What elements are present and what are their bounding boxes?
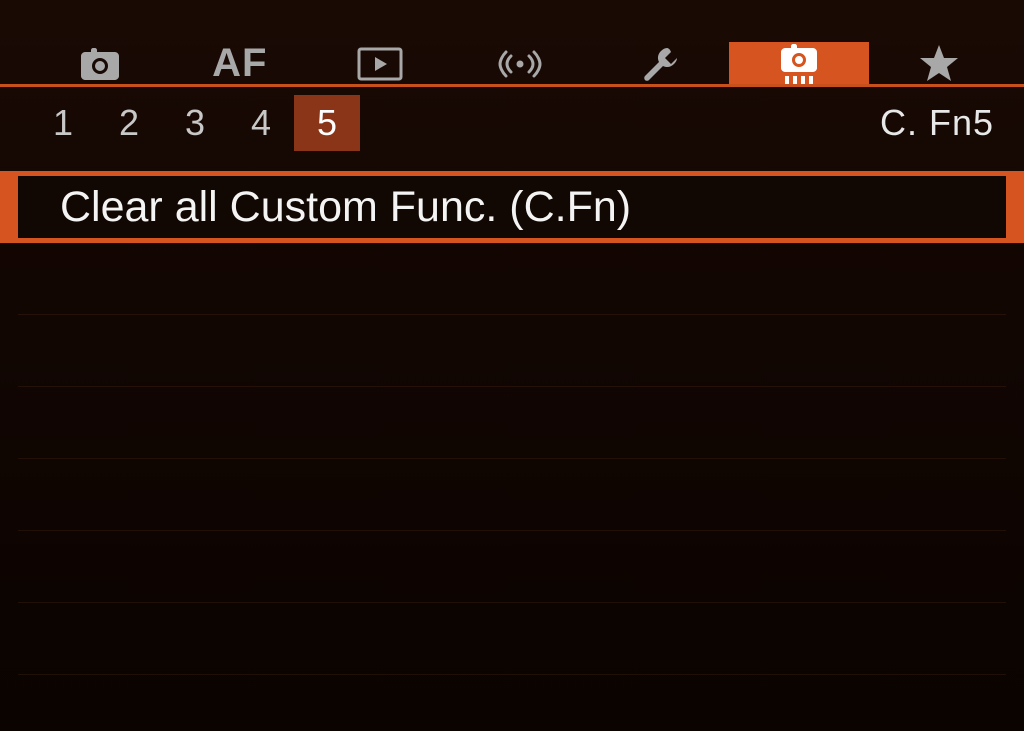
wireless-icon bbox=[496, 42, 544, 86]
menu-slot-empty bbox=[18, 459, 1006, 531]
menu-slot-empty bbox=[18, 603, 1006, 675]
menu-slot-empty bbox=[18, 315, 1006, 387]
menu-item-clear-custom-functions[interactable]: Clear all Custom Func. (C.Fn) bbox=[18, 171, 1006, 243]
page-tab-2[interactable]: 2 bbox=[96, 95, 162, 151]
page-sub-tabs: 1 2 3 4 5 C. Fn5 bbox=[0, 85, 1024, 153]
tab-custom-functions[interactable] bbox=[729, 42, 869, 85]
wrench-icon bbox=[639, 44, 679, 84]
tab-my-menu[interactable] bbox=[869, 42, 1009, 85]
menu-slot-empty bbox=[18, 531, 1006, 603]
page-section-label: C. Fn5 bbox=[880, 102, 1004, 144]
tab-wireless[interactable] bbox=[450, 42, 590, 85]
tab-autofocus[interactable]: AF bbox=[170, 42, 310, 85]
playback-icon bbox=[356, 46, 404, 82]
page-tab-5[interactable]: 5 bbox=[294, 95, 360, 151]
main-tab-bar: AF bbox=[0, 0, 1024, 85]
custom-functions-icon bbox=[775, 40, 823, 88]
empty-menu-slots bbox=[18, 243, 1006, 675]
menu-content: Clear all Custom Func. (C.Fn) bbox=[0, 153, 1024, 675]
menu-slot-empty bbox=[18, 243, 1006, 315]
tab-shooting[interactable] bbox=[30, 42, 170, 85]
page-tab-3[interactable]: 3 bbox=[162, 95, 228, 151]
star-icon bbox=[917, 42, 961, 86]
tab-playback[interactable] bbox=[310, 42, 450, 85]
af-label: AF bbox=[212, 41, 267, 86]
menu-slot-empty bbox=[18, 387, 1006, 459]
page-tab-1[interactable]: 1 bbox=[30, 95, 96, 151]
page-tab-4[interactable]: 4 bbox=[228, 95, 294, 151]
menu-item-label: Clear all Custom Func. (C.Fn) bbox=[60, 183, 631, 232]
camera-icon bbox=[77, 46, 123, 82]
tab-setup[interactable] bbox=[589, 42, 729, 85]
